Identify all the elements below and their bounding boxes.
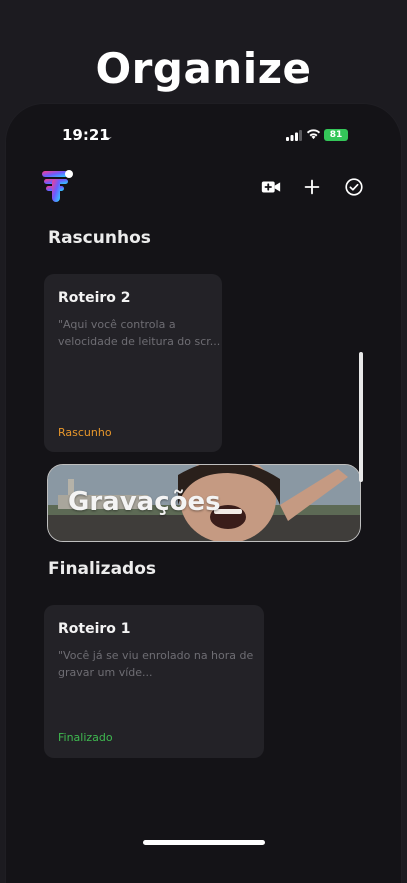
status-badge-finalized: Finalizado [58, 731, 113, 744]
card-title: Roteiro 1 [58, 621, 131, 637]
app-logo-icon [42, 170, 73, 202]
promo-title: Organize [95, 44, 312, 93]
recordings-banner-label: Gravações [68, 487, 221, 517]
status-badge-draft: Rascunho [58, 426, 112, 439]
add-script-button[interactable] [301, 176, 323, 198]
section-title-finalized: Finalizados [48, 559, 157, 579]
home-indicator[interactable] [143, 840, 265, 845]
recordings-banner[interactable]: Gravações [47, 464, 361, 542]
section-title-drafts: Rascunhos [48, 228, 151, 248]
battery-indicator: 81 [324, 129, 348, 141]
phone-screen: 19:21 81 Rascunhos Roteiro 2 "Aqui você … [6, 104, 401, 883]
card-preview: "Você já se viu enrolado na hora de grav… [58, 649, 254, 679]
moon-icon [103, 130, 112, 140]
status-bar: 19:21 81 [6, 126, 401, 146]
select-button[interactable] [343, 176, 365, 198]
scrollbar[interactable] [359, 352, 363, 482]
card-title: Roteiro 2 [58, 290, 131, 306]
signal-icon [286, 130, 302, 141]
script-card-finalized[interactable]: Roteiro 1 "Você já se viu enrolado na ho… [44, 605, 264, 758]
card-preview: "Aqui você controla a velocidade de leit… [58, 318, 221, 348]
script-card-draft[interactable]: Roteiro 2 "Aqui você controla a velocida… [44, 274, 222, 452]
add-recording-button[interactable] [260, 176, 282, 198]
wifi-icon [306, 129, 321, 140]
